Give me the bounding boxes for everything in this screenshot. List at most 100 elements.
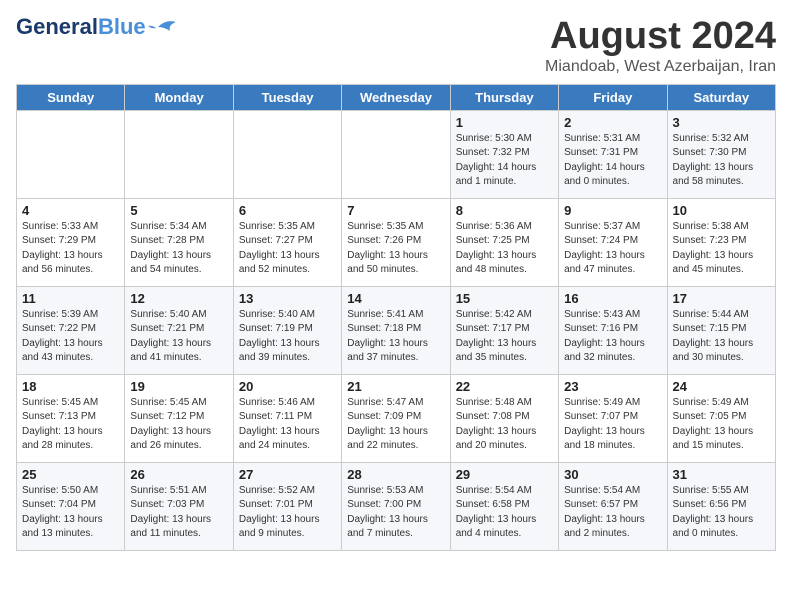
day-number: 21 — [347, 379, 444, 394]
day-number: 8 — [456, 203, 553, 218]
calendar-cell — [125, 110, 233, 198]
calendar-cell: 25Sunrise: 5:50 AM Sunset: 7:04 PM Dayli… — [17, 462, 125, 550]
day-number: 23 — [564, 379, 661, 394]
calendar-header: SundayMondayTuesdayWednesdayThursdayFrid… — [17, 84, 776, 110]
day-number: 5 — [130, 203, 227, 218]
calendar-week-2: 4Sunrise: 5:33 AM Sunset: 7:29 PM Daylig… — [17, 198, 776, 286]
day-info: Sunrise: 5:31 AM Sunset: 7:31 PM Dayligh… — [564, 132, 661, 190]
calendar-cell: 22 Sunrise: 5:48 AM Sunset: 7:08 PM Dayli… — [450, 374, 558, 462]
calendar-cell: 29Sunrise: 5:54 AM Sunset: 6:58 PM Dayli… — [450, 462, 558, 550]
calendar-cell: 11 Sunrise: 5:39 AM Sunset: 7:22 PM Dayli… — [17, 286, 125, 374]
day-number: 13 — [239, 291, 336, 306]
day-info: Sunrise: 5:40 AM Sunset: 7:19 PM Dayligh… — [239, 308, 336, 366]
day-info: Sunrise: 5:30 AM Sunset: 7:32 PM Dayligh… — [456, 132, 553, 190]
day-number: 22 — [456, 379, 553, 394]
day-info: Sunrise: 5:38 AM Sunset: 7:23 PM Dayligh… — [673, 220, 770, 278]
day-number: 30 — [564, 467, 661, 482]
day-number: 19 — [130, 379, 227, 394]
weekday-header-wednesday: Wednesday — [342, 84, 450, 110]
calendar-cell: 26 Sunrise: 5:51 AM Sunset: 7:03 PM Dayli… — [125, 462, 233, 550]
calendar-cell: 9Sunrise: 5:37 AM Sunset: 7:24 PM Daylig… — [559, 198, 667, 286]
calendar-cell: 18Sunrise: 5:45 AM Sunset: 7:13 PM Dayli… — [17, 374, 125, 462]
day-number: 12 — [130, 291, 227, 306]
weekday-header-sunday: Sunday — [17, 84, 125, 110]
day-info: Sunrise: 5:51 AM Sunset: 7:03 PM Dayligh… — [130, 484, 227, 542]
day-number: 2 — [564, 115, 661, 130]
day-number: 6 — [239, 203, 336, 218]
calendar-cell: 4Sunrise: 5:33 AM Sunset: 7:29 PM Daylig… — [17, 198, 125, 286]
day-number: 25 — [22, 467, 119, 482]
day-number: 26 — [130, 467, 227, 482]
calendar-week-3: 11 Sunrise: 5:39 AM Sunset: 7:22 PM Dayli… — [17, 286, 776, 374]
logo-text: GeneralBlue — [16, 16, 146, 38]
day-info: Sunrise: 5:49 AM Sunset: 7:05 PM Dayligh… — [673, 396, 770, 454]
day-info: Sunrise: 5:35 AM Sunset: 7:27 PM Dayligh… — [239, 220, 336, 278]
day-info: Sunrise: 5:54 AM Sunset: 6:57 PM Dayligh… — [564, 484, 661, 542]
page-header: GeneralBlue August 2024 Miandoab, West A… — [16, 16, 776, 76]
day-info: Sunrise: 5:39 AM Sunset: 7:22 PM Dayligh… — [22, 308, 119, 366]
calendar-title: August 2024 — [545, 16, 776, 58]
day-info: Sunrise: 5:35 AM Sunset: 7:26 PM Dayligh… — [347, 220, 444, 278]
calendar-cell: 20 Sunrise: 5:46 AM Sunset: 7:11 PM Dayli… — [233, 374, 341, 462]
calendar-cell: 28 Sunrise: 5:53 AM Sunset: 7:00 PM Dayli… — [342, 462, 450, 550]
day-number: 11 — [22, 291, 119, 306]
calendar-cell: 14Sunrise: 5:41 AM Sunset: 7:18 PM Dayli… — [342, 286, 450, 374]
day-info: Sunrise: 5:34 AM Sunset: 7:28 PM Dayligh… — [130, 220, 227, 278]
weekday-header-tuesday: Tuesday — [233, 84, 341, 110]
calendar-cell: 21 Sunrise: 5:47 AM Sunset: 7:09 PM Dayli… — [342, 374, 450, 462]
calendar-cell: 31 Sunrise: 5:55 AM Sunset: 6:56 PM Dayli… — [667, 462, 775, 550]
calendar-cell: 8 Sunrise: 5:36 AM Sunset: 7:25 PM Daylig… — [450, 198, 558, 286]
day-info: Sunrise: 5:49 AM Sunset: 7:07 PM Dayligh… — [564, 396, 661, 454]
calendar-body: 1 Sunrise: 5:30 AM Sunset: 7:32 PM Daylig… — [17, 110, 776, 550]
calendar-cell: 7 Sunrise: 5:35 AM Sunset: 7:26 PM Daylig… — [342, 198, 450, 286]
day-info: Sunrise: 5:45 AM Sunset: 7:12 PM Dayligh… — [130, 396, 227, 454]
day-number: 3 — [673, 115, 770, 130]
day-number: 1 — [456, 115, 553, 130]
day-info: Sunrise: 5:40 AM Sunset: 7:21 PM Dayligh… — [130, 308, 227, 366]
calendar-week-4: 18Sunrise: 5:45 AM Sunset: 7:13 PM Dayli… — [17, 374, 776, 462]
calendar-cell: 27 Sunrise: 5:52 AM Sunset: 7:01 PM Dayli… — [233, 462, 341, 550]
day-info: Sunrise: 5:44 AM Sunset: 7:15 PM Dayligh… — [673, 308, 770, 366]
logo: GeneralBlue — [16, 16, 178, 38]
day-number: 27 — [239, 467, 336, 482]
calendar-cell — [233, 110, 341, 198]
calendar-cell: 23 Sunrise: 5:49 AM Sunset: 7:07 PM Dayli… — [559, 374, 667, 462]
calendar-cell — [17, 110, 125, 198]
day-number: 14 — [347, 291, 444, 306]
day-info: Sunrise: 5:53 AM Sunset: 7:00 PM Dayligh… — [347, 484, 444, 542]
calendar-cell: 19 Sunrise: 5:45 AM Sunset: 7:12 PM Dayli… — [125, 374, 233, 462]
calendar-week-1: 1 Sunrise: 5:30 AM Sunset: 7:32 PM Daylig… — [17, 110, 776, 198]
day-info: Sunrise: 5:47 AM Sunset: 7:09 PM Dayligh… — [347, 396, 444, 454]
day-info: Sunrise: 5:36 AM Sunset: 7:25 PM Dayligh… — [456, 220, 553, 278]
day-number: 20 — [239, 379, 336, 394]
day-info: Sunrise: 5:43 AM Sunset: 7:16 PM Dayligh… — [564, 308, 661, 366]
day-info: Sunrise: 5:32 AM Sunset: 7:30 PM Dayligh… — [673, 132, 770, 190]
calendar-cell: 10 Sunrise: 5:38 AM Sunset: 7:23 PM Dayli… — [667, 198, 775, 286]
day-number: 31 — [673, 467, 770, 482]
day-number: 24 — [673, 379, 770, 394]
calendar-subtitle: Miandoab, West Azerbaijan, Iran — [545, 58, 776, 76]
day-number: 16 — [564, 291, 661, 306]
day-number: 10 — [673, 203, 770, 218]
day-number: 4 — [22, 203, 119, 218]
calendar-cell: 1 Sunrise: 5:30 AM Sunset: 7:32 PM Daylig… — [450, 110, 558, 198]
day-info: Sunrise: 5:55 AM Sunset: 6:56 PM Dayligh… — [673, 484, 770, 542]
title-section: August 2024 Miandoab, West Azerbaijan, I… — [545, 16, 776, 76]
weekday-row: SundayMondayTuesdayWednesdayThursdayFrid… — [17, 84, 776, 110]
calendar-cell: 13 Sunrise: 5:40 AM Sunset: 7:19 PM Dayli… — [233, 286, 341, 374]
weekday-header-monday: Monday — [125, 84, 233, 110]
day-number: 7 — [347, 203, 444, 218]
day-number: 17 — [673, 291, 770, 306]
day-info: Sunrise: 5:52 AM Sunset: 7:01 PM Dayligh… — [239, 484, 336, 542]
calendar-cell: 6 Sunrise: 5:35 AM Sunset: 7:27 PM Daylig… — [233, 198, 341, 286]
logo-bird-icon — [148, 17, 178, 37]
day-info: Sunrise: 5:48 AM Sunset: 7:08 PM Dayligh… — [456, 396, 553, 454]
day-info: Sunrise: 5:37 AM Sunset: 7:24 PM Dayligh… — [564, 220, 661, 278]
day-info: Sunrise: 5:46 AM Sunset: 7:11 PM Dayligh… — [239, 396, 336, 454]
calendar-cell: 5 Sunrise: 5:34 AM Sunset: 7:28 PM Daylig… — [125, 198, 233, 286]
calendar-cell: 15Sunrise: 5:42 AM Sunset: 7:17 PM Dayli… — [450, 286, 558, 374]
calendar-cell: 3 Sunrise: 5:32 AM Sunset: 7:30 PM Daylig… — [667, 110, 775, 198]
day-number: 28 — [347, 467, 444, 482]
day-info: Sunrise: 5:54 AM Sunset: 6:58 PM Dayligh… — [456, 484, 553, 542]
calendar-cell: 12 Sunrise: 5:40 AM Sunset: 7:21 PM Dayli… — [125, 286, 233, 374]
